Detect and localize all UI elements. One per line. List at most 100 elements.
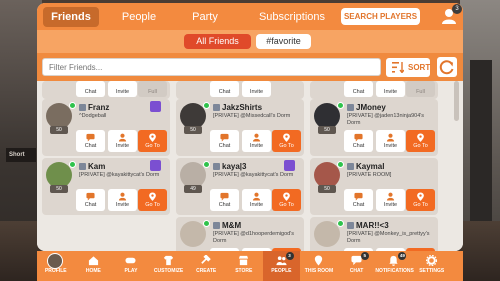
all-friends-pill[interactable]: All Friends [184, 34, 251, 49]
nav-people[interactable]: PEOPLE 3 [262, 251, 301, 281]
avatar[interactable] [180, 221, 206, 247]
location-icon [314, 255, 323, 266]
home-icon [88, 256, 98, 266]
friend-name: kaya|3 [213, 162, 246, 171]
nav-create[interactable]: CREATE [187, 251, 225, 281]
nav-notifications[interactable]: NOTIFICATIONS 49 [375, 251, 414, 281]
goto-button[interactable]: Go To [138, 130, 167, 152]
rec-plus-icon [284, 160, 295, 171]
invite-button[interactable]: Invite [108, 130, 137, 152]
nav-badge: 49 [398, 252, 407, 260]
tab-people[interactable]: People [117, 7, 161, 27]
friend-card[interactable]: 50 JMoney [PRIVATE] @jaden13ninja904's Dor… [310, 99, 438, 156]
invite-button[interactable]: Invite [376, 130, 405, 152]
friend-card[interactable]: 50 Kaymal [PRIVATE ROOM] Chat Invite Go To [310, 158, 438, 215]
friend-status: [PRIVATE ROOM] [347, 172, 392, 178]
rec-plus-icon [150, 101, 161, 112]
nav-label: PLAY [124, 268, 138, 274]
search-players-button[interactable]: SEARCH PLAYERS [341, 8, 420, 25]
nav-play[interactable]: PLAY [112, 251, 150, 281]
friend-status: [PRIVATE] @jaden13ninja904's Dorm [347, 113, 425, 126]
refresh-icon [439, 60, 454, 75]
invite-button[interactable]: Invite [376, 189, 405, 211]
list-scrollbar[interactable] [454, 81, 459, 121]
nav-home[interactable]: HOME [75, 251, 113, 281]
location-icon [149, 133, 156, 142]
chat-button[interactable]: Chat [344, 130, 373, 152]
chat-icon [86, 192, 95, 201]
goto-button[interactable]: Full [138, 81, 167, 97]
invite-button[interactable]: Invite [108, 189, 137, 211]
add-friend-button[interactable]: 3 [440, 4, 462, 25]
level-badge: 50 [318, 126, 336, 134]
chat-button[interactable]: Chat [344, 81, 373, 97]
online-indicator [337, 161, 344, 168]
level-badge: 50 [50, 126, 68, 134]
online-indicator [69, 161, 76, 168]
invite-icon [118, 133, 127, 142]
chat-icon [220, 133, 229, 142]
location-icon [417, 133, 424, 142]
location-icon [283, 133, 290, 142]
chat-button[interactable]: Chat [210, 130, 239, 152]
chat-button[interactable]: Chat [210, 189, 239, 211]
chat-button[interactable]: Chat [76, 189, 105, 211]
nav-store[interactable]: STORE [225, 251, 263, 281]
avatar [47, 253, 63, 269]
friend-card[interactable]: 50 JakzShirts [PRIVATE] @Missedcall's Dorm… [176, 99, 304, 156]
friend-card[interactable]: 50 Franz ^Dodgeball Chat Invite Go To [42, 99, 170, 156]
invite-button[interactable]: Invite [376, 81, 405, 97]
nav-label: STORE [235, 268, 253, 274]
chat-icon [86, 133, 95, 142]
chat-button[interactable]: Chat [344, 189, 373, 211]
wall-sign: Short [6, 148, 36, 162]
avatar[interactable] [314, 221, 340, 247]
friend-card[interactable]: 50 Kam [PRIVATE] @kayakittycat's Dorm Chat I… [42, 158, 170, 215]
sort-button[interactable]: SORT [386, 58, 430, 77]
rec-plus-icon [150, 160, 161, 171]
invite-icon [386, 192, 395, 201]
friend-status: [PRIVATE] @d1hooperdemigod's Dorm [213, 231, 295, 244]
chat-button[interactable]: Chat [76, 130, 105, 152]
invite-icon [252, 192, 261, 201]
chat-button[interactable]: Chat [210, 81, 239, 97]
invite-button[interactable]: Invite [108, 81, 137, 97]
friend-card[interactable]: 49 kaya|3 [PRIVATE] @kayakittycat's Dorm Ch… [176, 158, 304, 215]
friend-status: [PRIVATE] @Monkey_is_prettyy's Dorm [347, 231, 430, 244]
goto-button[interactable]: Go To [272, 130, 301, 152]
friend-card[interactable]: M&M[PRIVATE] @d1hooperdemigod's DormChat… [176, 217, 304, 251]
friend-status: [PRIVATE] @Missedcall's Dorm [213, 113, 291, 119]
goto-button[interactable]: Go To [406, 130, 435, 152]
store-icon [238, 255, 249, 266]
nav-customize[interactable]: CUSTOMIZE [150, 251, 188, 281]
nav-profile[interactable]: PROFILE [37, 251, 75, 281]
filter-pills: All Friends #favorite [37, 30, 463, 53]
platform-icon [79, 163, 86, 170]
friend-card[interactable]: MAR!!<3 [PRIVATE] @Monkey_is_prettyy's Do… [310, 217, 438, 251]
goto-button[interactable]: Go To [406, 189, 435, 211]
filter-friends-input[interactable] [42, 58, 381, 76]
goto-button[interactable]: Full [406, 81, 435, 97]
chat-button[interactable]: Chat [76, 81, 105, 97]
goto-button[interactable]: Go To [272, 189, 301, 211]
tab-friends[interactable]: Friends [43, 6, 99, 27]
refresh-button[interactable] [437, 57, 457, 77]
invite-icon [386, 133, 395, 142]
tab-party[interactable]: Party [183, 7, 227, 27]
nav-label: THIS ROOM [304, 268, 334, 274]
nav-chat[interactable]: CHAT 5 [338, 251, 376, 281]
goto-button[interactable]: Go To [138, 189, 167, 211]
invite-button[interactable]: Invite [242, 189, 271, 211]
nav-settings[interactable]: SETTINGS [413, 251, 451, 281]
platform-icon [347, 222, 354, 229]
nav-this-room[interactable]: THIS ROOM [300, 251, 338, 281]
platform-icon [213, 104, 220, 111]
invite-button[interactable]: Invite [242, 130, 271, 152]
platform-icon [79, 104, 86, 111]
invite-icon [118, 192, 127, 201]
nav-badge: 3 [285, 252, 294, 260]
favorite-pill[interactable]: #favorite [256, 34, 311, 49]
friend-card-partial: Chat Invite [176, 81, 304, 99]
invite-button[interactable]: Invite [242, 81, 271, 97]
tab-subscriptions[interactable]: Subscriptions [245, 7, 339, 27]
